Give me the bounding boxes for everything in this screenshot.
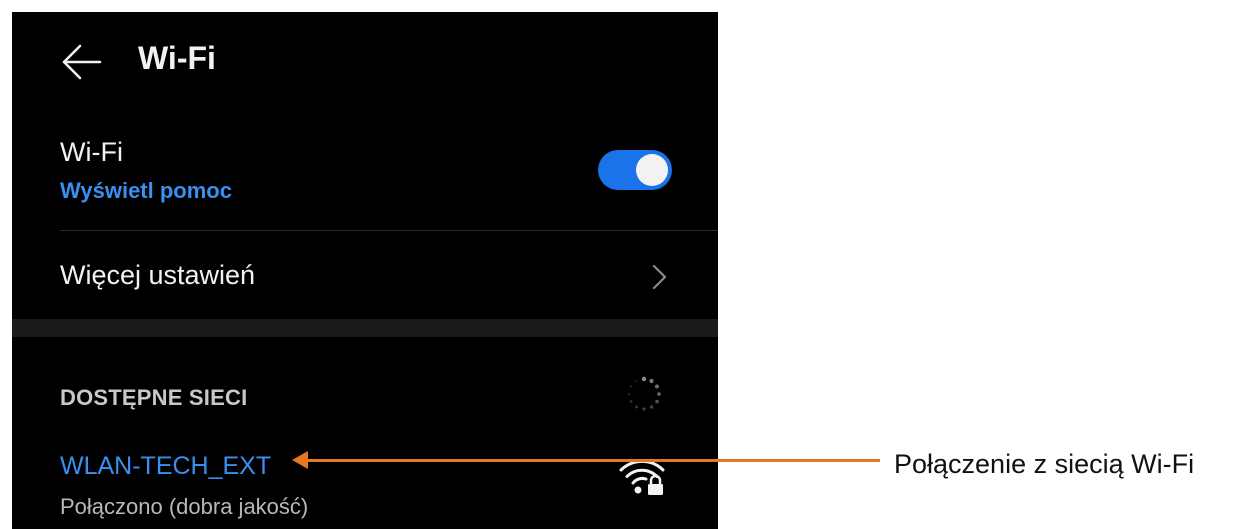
annotation-arrow bbox=[306, 459, 880, 462]
more-settings-label: Więcej ustawień bbox=[60, 260, 256, 290]
section-separator bbox=[12, 319, 718, 337]
wifi-toggle[interactable] bbox=[598, 150, 672, 190]
phone-screen: Wi-Fi Wi-Fi Wyświetl pomoc Więcej ustawi… bbox=[12, 12, 718, 529]
wifi-label: Wi-Fi bbox=[60, 137, 123, 167]
toggle-knob bbox=[636, 154, 668, 186]
back-button[interactable] bbox=[60, 40, 104, 84]
wifi-lock-icon bbox=[619, 459, 665, 495]
app-header: Wi-Fi bbox=[12, 12, 718, 102]
annotation-arrow-head bbox=[292, 451, 308, 469]
loading-spinner-icon bbox=[627, 376, 661, 411]
network-item[interactable]: WLAN-TECH_EXT Połączono (dobra jakość) bbox=[12, 442, 718, 529]
chevron-right-icon bbox=[652, 264, 667, 290]
page-title: Wi-Fi bbox=[138, 40, 216, 76]
annotation-label: Połączenie z siecią Wi-Fi bbox=[894, 449, 1195, 479]
wifi-setting-row: Wi-Fi Wyświetl pomoc bbox=[12, 122, 718, 230]
available-networks-header: DOSTĘPNE SIECI bbox=[60, 385, 248, 410]
arrow-left-icon bbox=[62, 44, 102, 80]
network-name: WLAN-TECH_EXT bbox=[60, 452, 272, 480]
help-link[interactable]: Wyświetl pomoc bbox=[60, 176, 232, 206]
network-status: Połączono (dobra jakość) bbox=[60, 494, 309, 519]
more-settings-row[interactable]: Więcej ustawień bbox=[12, 231, 718, 321]
